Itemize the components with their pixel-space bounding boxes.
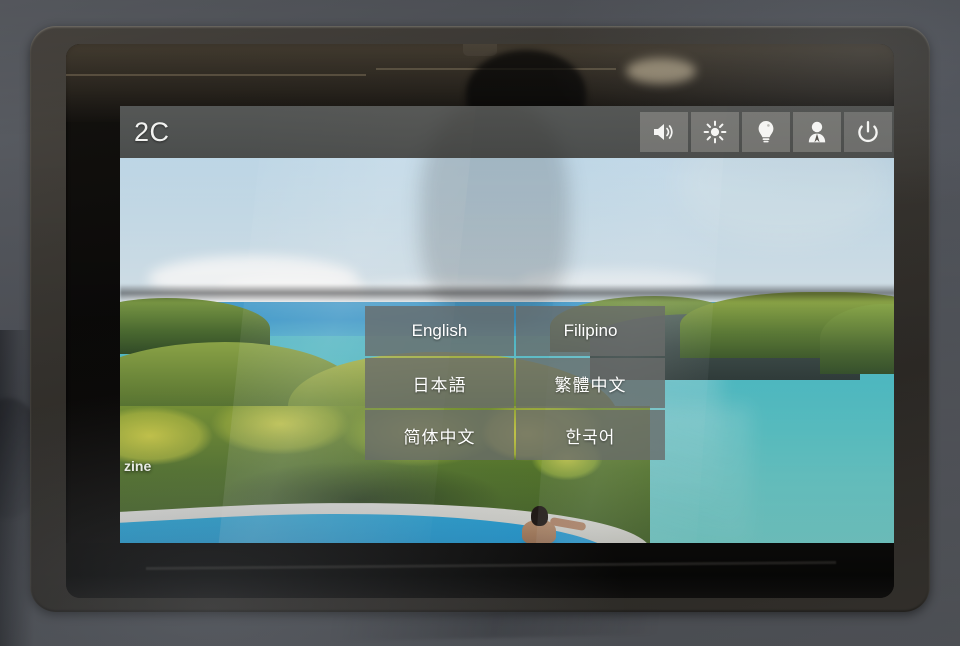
seatback-scuff-mark [329,608,661,642]
power-icon [856,120,880,144]
power-icon-button[interactable] [844,112,892,152]
control-icon-bar [640,112,892,152]
volume-icon-button[interactable] [640,112,688,152]
wallpaper-caption: zine [124,458,152,474]
display-letterbox [66,543,894,598]
volume-icon [651,121,677,143]
language-option-japanese[interactable]: 日本語 [365,358,514,408]
status-bar: 2C [120,106,894,158]
screen-glass: zine 2C English Filipino 日本語 繁體中文 简体中文 한… [66,44,894,598]
wallpaper-cloud [520,270,710,294]
seat-number-label: 2C [134,116,170,147]
attendant-call-icon [806,120,828,144]
seatback-panel: zine 2C English Filipino 日本語 繁體中文 简体中文 한… [0,0,960,646]
language-selection-grid: English Filipino 日本語 繁體中文 简体中文 한국어 [365,306,665,460]
language-option-korean[interactable]: 한국어 [516,410,665,460]
brightness-icon [703,120,727,144]
ife-display: zine 2C English Filipino 日本語 繁體中文 简体中文 한… [120,106,894,543]
language-option-english[interactable]: English [365,306,514,356]
language-option-filipino[interactable]: Filipino [516,306,665,356]
cabin-light-reflection [626,58,696,84]
language-option-traditional-chinese[interactable]: 繁體中文 [516,358,665,408]
brightness-icon-button[interactable] [691,112,739,152]
wallpaper-swimmer-head [531,506,548,526]
reading-light-icon-button[interactable] [742,112,790,152]
ceiling-seam-reflection [66,74,366,76]
language-option-simplified-chinese[interactable]: 简体中文 [365,410,514,460]
reading-light-icon [756,119,776,145]
attendant-call-icon-button[interactable] [793,112,841,152]
screen-bezel: zine 2C English Filipino 日本語 繁體中文 简体中文 한… [30,26,930,612]
